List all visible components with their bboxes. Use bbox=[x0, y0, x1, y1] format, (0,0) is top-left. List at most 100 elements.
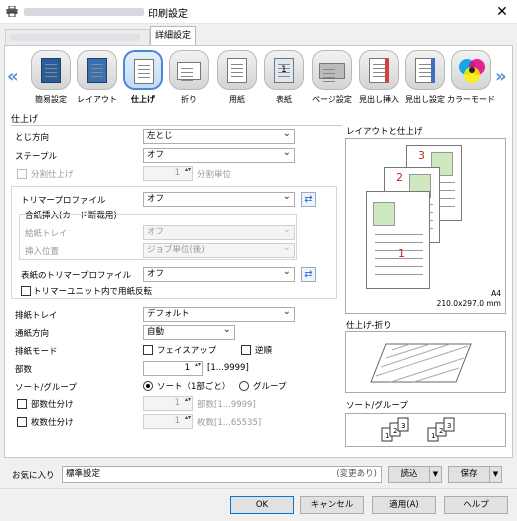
layout-preview: 3 2 1 A4 210.0x297.0 mm bbox=[345, 138, 506, 314]
group-radio[interactable] bbox=[239, 381, 249, 391]
copies-range: [1...9999] bbox=[207, 363, 249, 373]
offset-count-input[interactable]: 1 bbox=[143, 166, 193, 181]
paper-size-name: A4 bbox=[491, 289, 501, 298]
sort-group-label: ソート/グループ bbox=[15, 383, 77, 393]
set-division-range: 部数[1...9999] bbox=[197, 400, 256, 410]
sheet-division-checkbox[interactable] bbox=[17, 417, 27, 427]
load-button[interactable]: 読込 ▼ bbox=[388, 466, 442, 483]
trimmer-reverse-checkbox[interactable] bbox=[21, 286, 31, 296]
face-up-label: フェイスアップ bbox=[157, 346, 217, 356]
category-color-mode[interactable]: カラーモード bbox=[447, 50, 495, 108]
help-button[interactable]: ヘルプ bbox=[444, 496, 508, 514]
sort-preview: 1 2 3 1 2 3 bbox=[345, 413, 506, 447]
cover-trimmer-select[interactable]: オフ bbox=[143, 265, 295, 282]
cover-sync-icon[interactable]: ⇄ bbox=[301, 267, 316, 282]
feed-direction-label: 通紙方向 bbox=[15, 329, 50, 339]
insert-position-select[interactable]: ジョブ単位(後) bbox=[143, 241, 295, 258]
binding-select[interactable]: 左とじ bbox=[143, 127, 295, 144]
sheet-division-input[interactable]: 1 bbox=[143, 414, 193, 429]
reverse-order-checkbox[interactable] bbox=[241, 345, 251, 355]
favorites-field[interactable]: 標準設定 (変更あり) bbox=[62, 466, 382, 483]
apply-button[interactable]: 適用(A) bbox=[372, 496, 436, 514]
scroll-left-icon[interactable]: « bbox=[7, 66, 19, 87]
dialog-buttons: OK キャンセル 適用(A) ヘルプ bbox=[0, 488, 517, 521]
quick-settings-icon bbox=[31, 50, 71, 90]
tab-insert-icon bbox=[359, 50, 399, 90]
svg-text:1: 1 bbox=[385, 432, 389, 440]
sort-label: ソート（1部ごと） bbox=[157, 382, 231, 392]
favorites-status: (変更あり) bbox=[336, 469, 377, 479]
output-tray-label: 排紙トレイ bbox=[15, 311, 58, 321]
svg-text:2: 2 bbox=[393, 427, 397, 435]
fold-preview-title: 仕上げ-折り bbox=[346, 321, 392, 331]
output-mode-label: 排紙モード bbox=[15, 347, 58, 357]
trimmer-select[interactable]: オフ bbox=[143, 190, 295, 207]
copies-label: 部数 bbox=[15, 365, 33, 375]
save-button[interactable]: 保存 ▼ bbox=[448, 466, 502, 483]
blurred-printer-name bbox=[24, 8, 144, 16]
svg-text:1: 1 bbox=[431, 432, 435, 440]
trimmer-reverse-label: トリマーユニット内で用紙反転 bbox=[33, 287, 153, 297]
fold-preview bbox=[345, 331, 506, 393]
tab-printer[interactable] bbox=[5, 29, 150, 45]
sync-icon[interactable]: ⇄ bbox=[301, 192, 316, 207]
favorites-row: お気に入り 標準設定 (変更あり) 読込 ▼ 保存 ▼ bbox=[0, 462, 517, 486]
cancel-button[interactable]: キャンセル bbox=[300, 496, 364, 514]
category-bar: « 簡易設定 レイアウト 仕上げ 折り 用紙 1 表紙 ページ設定 見出し挿入 … bbox=[5, 46, 512, 110]
fold-icon bbox=[169, 50, 209, 90]
ok-button[interactable]: OK bbox=[230, 496, 294, 514]
favorites-value: 標準設定 bbox=[66, 469, 101, 479]
printer-icon bbox=[6, 6, 18, 17]
set-division-checkbox[interactable] bbox=[17, 399, 27, 409]
output-tray-select[interactable]: デフォルト bbox=[143, 305, 295, 322]
face-up-checkbox[interactable] bbox=[143, 345, 153, 355]
cover-trimmer-label: 表紙のトリマープロファイル bbox=[21, 271, 131, 281]
window-title: 印刷設定 bbox=[148, 9, 188, 20]
scroll-right-icon[interactable]: » bbox=[495, 66, 507, 87]
svg-text:3: 3 bbox=[401, 422, 405, 430]
sheet-division-range: 枚数[1...65535] bbox=[197, 418, 262, 428]
color-mode-icon bbox=[451, 50, 491, 90]
sort-preview-title: ソート/グループ bbox=[346, 401, 408, 411]
paper-icon bbox=[217, 50, 257, 90]
binding-label: とじ方向 bbox=[15, 133, 50, 143]
insert-tray-label: 給紙トレイ bbox=[25, 229, 68, 239]
tab-settings-icon bbox=[405, 50, 445, 90]
copies-input[interactable]: 1 bbox=[143, 361, 203, 376]
cover-icon: 1 bbox=[264, 50, 304, 90]
category-fold[interactable]: 折り bbox=[166, 50, 212, 108]
svg-text:2: 2 bbox=[439, 427, 443, 435]
category-cover[interactable]: 1 表紙 bbox=[261, 50, 307, 108]
sort-radio[interactable] bbox=[143, 381, 153, 391]
insert-position-label: 挿入位置 bbox=[25, 247, 60, 257]
feed-direction-select[interactable]: 自動 bbox=[143, 323, 235, 340]
fold-diagram bbox=[370, 343, 472, 383]
tab-detail-settings[interactable]: 詳細設定 bbox=[150, 26, 196, 46]
offset-label: 分割仕上げ bbox=[31, 170, 74, 180]
offset-checkbox[interactable] bbox=[17, 169, 27, 179]
category-page-settings[interactable]: ページ設定 bbox=[309, 50, 355, 108]
cover-badge: 1 bbox=[281, 65, 287, 75]
staple-select[interactable]: オフ bbox=[143, 146, 295, 163]
tab-strip: 詳細設定 bbox=[0, 24, 517, 46]
title-bar: 印刷設定 ✕ bbox=[0, 0, 517, 24]
preview-panel: レイアウトと仕上げ 3 2 1 A4 210.0x297.0 mm 仕上げ-折り… bbox=[344, 116, 508, 456]
close-icon[interactable]: ✕ bbox=[487, 0, 517, 24]
page-number-3: 3 bbox=[418, 149, 425, 162]
save-dropdown-icon[interactable]: ▼ bbox=[489, 467, 501, 482]
category-paper[interactable]: 用紙 bbox=[214, 50, 260, 108]
settings-panel: « 簡易設定 レイアウト 仕上げ 折り 用紙 1 表紙 ページ設定 見出し挿入 … bbox=[4, 45, 513, 458]
load-dropdown-icon[interactable]: ▼ bbox=[429, 467, 441, 482]
group-label: グループ bbox=[253, 382, 287, 392]
layout-preview-title: レイアウトと仕上げ bbox=[346, 127, 423, 137]
offset-unit-label: 分割単位 bbox=[197, 170, 232, 180]
sheet-division-label: 枚数仕分け bbox=[31, 418, 74, 428]
layout-icon bbox=[77, 50, 117, 90]
favorites-label: お気に入り bbox=[12, 471, 55, 481]
page-number-1: 1 bbox=[398, 247, 405, 260]
svg-text:3: 3 bbox=[447, 422, 451, 430]
reverse-order-label: 逆順 bbox=[255, 346, 273, 356]
insert-tray-select[interactable]: オフ bbox=[143, 223, 295, 240]
set-division-label: 部数仕分け bbox=[31, 400, 74, 410]
set-division-input[interactable]: 1 bbox=[143, 396, 193, 411]
